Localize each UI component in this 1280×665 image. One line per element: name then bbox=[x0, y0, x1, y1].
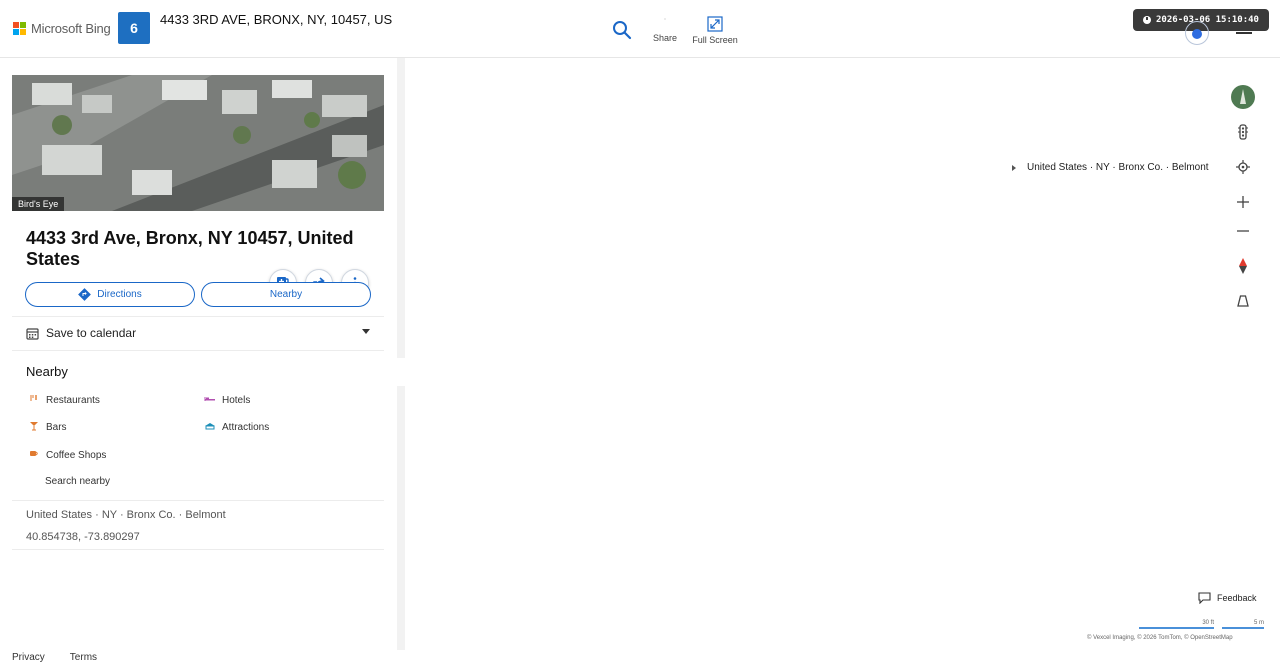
feedback-button[interactable]: Feedback bbox=[1198, 592, 1257, 604]
directions-label: Directions bbox=[97, 289, 142, 300]
cocktail-icon bbox=[30, 422, 38, 431]
calendar-icon bbox=[26, 327, 39, 340]
top-header: Microsoft Bing 6 4433 3RD AVE, BRONX, NY… bbox=[0, 0, 1280, 58]
nearby-coffee-shops[interactable]: Coffee Shops bbox=[28, 449, 106, 461]
feedback-icon bbox=[1198, 592, 1211, 604]
nearby-hotels-label: Hotels bbox=[222, 394, 251, 406]
zoom-in-button[interactable] bbox=[1231, 190, 1255, 214]
rewards-badge[interactable]: 6 bbox=[118, 12, 150, 44]
terms-link[interactable]: Terms bbox=[70, 652, 97, 663]
map-breadcrumb-text: United States · NY · Bronx Co. · Belmont bbox=[1027, 162, 1209, 173]
bing-logo[interactable]: Microsoft Bing bbox=[13, 21, 111, 36]
nearby-section-title: Nearby bbox=[26, 364, 68, 379]
divider bbox=[12, 549, 384, 550]
fullscreen-label: Full Screen bbox=[692, 35, 738, 45]
share-button[interactable]: Share bbox=[650, 16, 680, 43]
fullscreen-button[interactable]: Full Screen bbox=[690, 16, 740, 45]
scale-ft-label: 30 ft bbox=[1202, 620, 1214, 626]
search-nearby-label: Search nearby bbox=[45, 475, 111, 487]
plus-icon bbox=[1237, 196, 1249, 208]
locate-me-button[interactable] bbox=[1231, 155, 1255, 179]
privacy-link[interactable]: Privacy bbox=[12, 652, 45, 663]
minus-icon bbox=[1237, 230, 1249, 232]
tilt-icon bbox=[1237, 295, 1249, 307]
compass-icon bbox=[1239, 258, 1247, 274]
coordinates: 40.854738, -73.890297 bbox=[26, 531, 140, 543]
map-style-button[interactable] bbox=[1231, 85, 1255, 109]
directions-button[interactable]: Directions bbox=[25, 282, 195, 307]
nearby-coffee-label: Coffee Shops bbox=[46, 449, 107, 461]
calendar-label: Save to calendar bbox=[46, 326, 137, 340]
nearby-button[interactable]: Nearby bbox=[201, 282, 371, 307]
search-input[interactable]: 4433 3RD AVE, BRONX, NY, 10457, US bbox=[160, 12, 392, 27]
nearby-attractions-label: Attractions bbox=[222, 421, 270, 433]
card-pill-buttons: Directions Nearby bbox=[25, 282, 371, 307]
nearby-restaurants[interactable]: Restaurants bbox=[28, 394, 100, 406]
panel-scrollbar[interactable] bbox=[397, 58, 405, 358]
coffee-icon bbox=[30, 451, 38, 456]
compass-button[interactable] bbox=[1231, 254, 1255, 278]
bing-maps-page: Microsoft Bing 6 4433 3RD AVE, BRONX, NY… bbox=[0, 0, 1280, 665]
tilt-button[interactable] bbox=[1231, 289, 1255, 313]
map-canvas[interactable] bbox=[408, 58, 1280, 650]
share-label: Share bbox=[652, 33, 678, 43]
birds-eye-label: Bird's Eye bbox=[12, 197, 65, 211]
search-nearby-icon bbox=[32, 475, 44, 487]
location-card: Bird's Eye 4433 3rd Ave, Bronx, NY 10457… bbox=[12, 75, 384, 550]
address-title: 4433 3rd Ave, Bronx, NY 10457, United St… bbox=[26, 228, 354, 269]
aerial-photo bbox=[12, 75, 384, 211]
traffic-light-icon bbox=[1238, 124, 1248, 140]
chevron-down-icon[interactable] bbox=[362, 329, 370, 334]
hamburger-menu-icon[interactable] bbox=[1236, 32, 1252, 38]
nearby-pill-label: Nearby bbox=[269, 289, 303, 300]
search-button[interactable] bbox=[612, 20, 632, 40]
save-to-calendar-row[interactable]: Save to calendar bbox=[26, 326, 370, 340]
feedback-label: Feedback bbox=[1217, 593, 1257, 603]
divider bbox=[12, 500, 384, 501]
nearby-attractions[interactable]: Attractions bbox=[204, 421, 269, 433]
landmark-icon bbox=[205, 423, 215, 430]
map-copyright: © Vexcel Imaging, © 2026 TomTom, © OpenS… bbox=[1087, 635, 1233, 641]
nearby-bars[interactable]: Bars bbox=[28, 421, 67, 433]
panel-scrollbar-lower[interactable] bbox=[397, 386, 405, 650]
timestamp-text: 2026-03-06 15:10:40 bbox=[1156, 15, 1259, 25]
location-breadcrumb[interactable]: United States · NY · Bronx Co. · Belmont bbox=[26, 509, 226, 521]
nearby-restaurants-label: Restaurants bbox=[46, 394, 100, 406]
bed-icon bbox=[204, 397, 215, 401]
search-nearby-link[interactable]: Search nearby bbox=[32, 475, 110, 487]
expand-arrow-icon[interactable] bbox=[1012, 164, 1016, 171]
expand-icon bbox=[707, 16, 723, 32]
aerial-view-icon bbox=[1231, 85, 1255, 109]
directions-icon bbox=[78, 288, 92, 301]
share-icon bbox=[664, 18, 666, 20]
divider bbox=[12, 316, 384, 317]
search-icon bbox=[613, 21, 632, 40]
fork-knife-icon bbox=[30, 395, 37, 401]
scale-bar-ft: 30 ft bbox=[1139, 620, 1214, 629]
scale-bar-m: 5 m bbox=[1222, 620, 1264, 629]
logo-text: Microsoft Bing bbox=[31, 21, 111, 36]
zoom-out-button[interactable] bbox=[1231, 219, 1255, 243]
map-breadcrumb[interactable]: United States · NY · Bronx Co. · Belmont bbox=[1012, 162, 1209, 173]
nearby-bars-label: Bars bbox=[46, 421, 67, 433]
clock-icon bbox=[1143, 16, 1152, 24]
traffic-button[interactable] bbox=[1231, 120, 1255, 144]
nearby-hotels[interactable]: Hotels bbox=[204, 394, 250, 406]
avatar[interactable] bbox=[1185, 21, 1209, 45]
birds-eye-image[interactable]: Bird's Eye bbox=[12, 75, 384, 211]
footer-links: Privacy Terms bbox=[12, 652, 97, 663]
locate-icon bbox=[1236, 160, 1250, 174]
divider bbox=[12, 350, 384, 351]
scale-m-label: 5 m bbox=[1253, 620, 1264, 626]
microsoft-logo-icon bbox=[13, 22, 26, 35]
